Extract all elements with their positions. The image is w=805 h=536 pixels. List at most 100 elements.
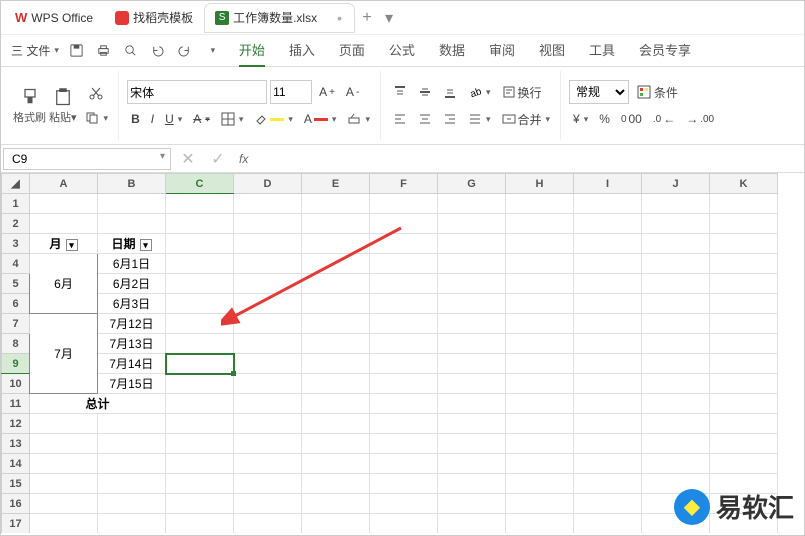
- cell-B5[interactable]: 6月2日: [98, 274, 166, 294]
- cell-B17[interactable]: [98, 514, 166, 534]
- cell-I2[interactable]: [574, 214, 642, 234]
- cell-K7[interactable]: [710, 314, 778, 334]
- cell-C2[interactable]: [166, 214, 234, 234]
- align-center-button[interactable]: [414, 107, 436, 131]
- cell-E1[interactable]: [302, 194, 370, 214]
- cell-F10[interactable]: [370, 374, 438, 394]
- cell-D3[interactable]: [234, 234, 302, 254]
- row-header-16[interactable]: 16: [2, 494, 30, 514]
- font-size-select[interactable]: [270, 80, 312, 104]
- cell-E17[interactable]: [302, 514, 370, 534]
- cell-B2[interactable]: [98, 214, 166, 234]
- cell-H15[interactable]: [506, 474, 574, 494]
- row-header-8[interactable]: 8: [2, 334, 30, 354]
- cell-I3[interactable]: [574, 234, 642, 254]
- cell-J1[interactable]: [642, 194, 710, 214]
- cell-H3[interactable]: [506, 234, 574, 254]
- tab-workbook[interactable]: S 工作簿数量.xlsx •: [205, 4, 354, 32]
- column-header-F[interactable]: F: [370, 174, 438, 194]
- cell-K11[interactable]: [710, 394, 778, 414]
- row-header-10[interactable]: 10: [2, 374, 30, 394]
- cell-D2[interactable]: [234, 214, 302, 234]
- cell-G8[interactable]: [438, 334, 506, 354]
- cell-A2[interactable]: [30, 214, 98, 234]
- cell-A13[interactable]: [30, 434, 98, 454]
- ribbon-tab-view[interactable]: 视图: [539, 34, 565, 67]
- cell-F1[interactable]: [370, 194, 438, 214]
- cell-G17[interactable]: [438, 514, 506, 534]
- cell-C10[interactable]: [166, 374, 234, 394]
- cell-C12[interactable]: [166, 414, 234, 434]
- row-header-4[interactable]: 4: [2, 254, 30, 274]
- tab-overflow-button[interactable]: ▾: [378, 7, 400, 29]
- cell-E16[interactable]: [302, 494, 370, 514]
- cell-I9[interactable]: [574, 354, 642, 374]
- cell-K9[interactable]: [710, 354, 778, 374]
- ribbon-tab-member[interactable]: 会员专享: [639, 34, 691, 67]
- cell-C17[interactable]: [166, 514, 234, 534]
- clear-format-button[interactable]: ▾: [343, 107, 374, 131]
- cell-H8[interactable]: [506, 334, 574, 354]
- currency-button[interactable]: ¥▾: [569, 107, 592, 131]
- cell-J9[interactable]: [642, 354, 710, 374]
- cell-K10[interactable]: [710, 374, 778, 394]
- cell-G1[interactable]: [438, 194, 506, 214]
- cell-G14[interactable]: [438, 454, 506, 474]
- percent-button[interactable]: %: [595, 107, 614, 131]
- underline-button[interactable]: U▾: [161, 107, 186, 131]
- cell-E10[interactable]: [302, 374, 370, 394]
- cell-F17[interactable]: [370, 514, 438, 534]
- decrease-decimal-button[interactable]: .0←: [649, 107, 679, 131]
- cell-C5[interactable]: [166, 274, 234, 294]
- cell-I5[interactable]: [574, 274, 642, 294]
- cell-D9[interactable]: [234, 354, 302, 374]
- ribbon-tab-data[interactable]: 数据: [439, 34, 465, 67]
- cell-F12[interactable]: [370, 414, 438, 434]
- cell-D5[interactable]: [234, 274, 302, 294]
- cell-E14[interactable]: [302, 454, 370, 474]
- cell-E12[interactable]: [302, 414, 370, 434]
- align-right-button[interactable]: [439, 107, 461, 131]
- cell-A3[interactable]: 月▾: [30, 234, 98, 254]
- cell-E5[interactable]: [302, 274, 370, 294]
- cell-A17[interactable]: [30, 514, 98, 534]
- cell-A11[interactable]: 总计: [30, 394, 166, 414]
- cell-K1[interactable]: [710, 194, 778, 214]
- cell-E15[interactable]: [302, 474, 370, 494]
- cell-B12[interactable]: [98, 414, 166, 434]
- cell-I14[interactable]: [574, 454, 642, 474]
- row-header-14[interactable]: 14: [2, 454, 30, 474]
- cell-J7[interactable]: [642, 314, 710, 334]
- cell-B3[interactable]: 日期▾: [98, 234, 166, 254]
- row-header-7[interactable]: 7: [2, 314, 30, 334]
- cell-D6[interactable]: [234, 294, 302, 314]
- cell-J11[interactable]: [642, 394, 710, 414]
- justify-button[interactable]: ▾: [464, 107, 495, 131]
- cell-I12[interactable]: [574, 414, 642, 434]
- cell-J8[interactable]: [642, 334, 710, 354]
- cell-E8[interactable]: [302, 334, 370, 354]
- cell-F16[interactable]: [370, 494, 438, 514]
- cell-I1[interactable]: [574, 194, 642, 214]
- qat-dropdown[interactable]: ▾: [199, 38, 225, 64]
- print-preview-button[interactable]: [118, 38, 144, 64]
- cell-I15[interactable]: [574, 474, 642, 494]
- cell-I16[interactable]: [574, 494, 642, 514]
- cell-D8[interactable]: [234, 334, 302, 354]
- fill-color-button[interactable]: ▾: [250, 107, 297, 131]
- cell-C6[interactable]: [166, 294, 234, 314]
- cell-E9[interactable]: [302, 354, 370, 374]
- cell-F5[interactable]: [370, 274, 438, 294]
- row-header-17[interactable]: 17: [2, 514, 30, 534]
- app-tab[interactable]: W WPS Office: [5, 4, 103, 32]
- cell-K14[interactable]: [710, 454, 778, 474]
- cell-K6[interactable]: [710, 294, 778, 314]
- cell-H9[interactable]: [506, 354, 574, 374]
- column-header-C[interactable]: C: [166, 174, 234, 194]
- formula-input[interactable]: [252, 148, 802, 170]
- cell-C14[interactable]: [166, 454, 234, 474]
- row-header-5[interactable]: 5: [2, 274, 30, 294]
- cell-A7[interactable]: 7月: [30, 314, 98, 394]
- cell-J13[interactable]: [642, 434, 710, 454]
- cell-A4[interactable]: 6月: [30, 254, 98, 314]
